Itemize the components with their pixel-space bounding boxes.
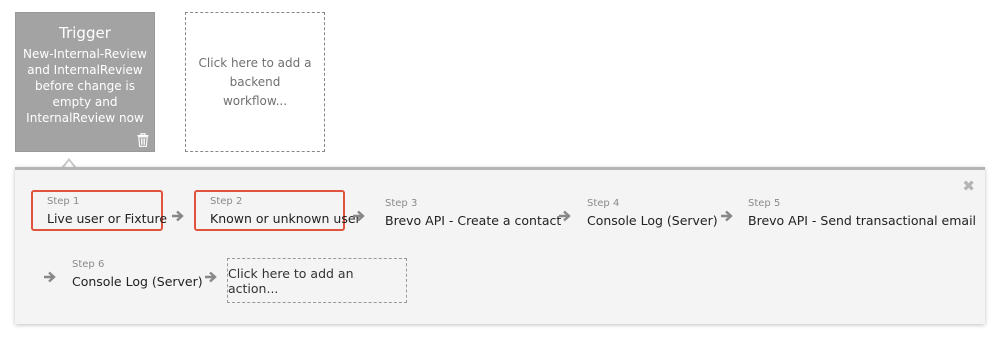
step-3[interactable]: Step 3 Brevo API - Create a contact bbox=[370, 192, 562, 233]
trigger-title: Trigger bbox=[59, 24, 111, 42]
step-number: Step 4 bbox=[587, 198, 620, 209]
step-number: Step 1 bbox=[47, 196, 80, 207]
step-6[interactable]: Step 6 Console Log (Server) bbox=[57, 253, 203, 294]
arrow-right-icon bbox=[205, 271, 217, 283]
step-4[interactable]: Step 4 Console Log (Server) bbox=[572, 192, 718, 233]
step-name: Brevo API - Create a contact bbox=[385, 213, 562, 228]
step-5[interactable]: Step 5 Brevo API - Send transactional em… bbox=[733, 192, 977, 233]
arrow-right-icon bbox=[559, 210, 571, 222]
trigger-card[interactable]: Trigger New-Internal-Review and Internal… bbox=[15, 12, 155, 152]
arrow-right-icon bbox=[353, 210, 365, 222]
step-name: Known or unknown user bbox=[210, 211, 361, 226]
step-2[interactable]: Step 2 Known or unknown user bbox=[194, 190, 361, 231]
step-number: Step 6 bbox=[72, 259, 105, 270]
arrow-right-icon bbox=[172, 210, 184, 222]
close-icon[interactable]: ✖ bbox=[962, 179, 975, 194]
step-1[interactable]: Step 1 Live user or Fixture bbox=[31, 190, 168, 231]
arrow-right-icon bbox=[44, 271, 56, 283]
step-number: Step 5 bbox=[748, 198, 781, 209]
trigger-description: New-Internal-Review and InternalReview b… bbox=[23, 47, 147, 125]
add-backend-workflow-button[interactable]: Click here to add a backend workflow... bbox=[185, 12, 325, 152]
step-name: Live user or Fixture bbox=[47, 211, 168, 226]
step-number: Step 2 bbox=[210, 196, 243, 207]
step-name: Console Log (Server) bbox=[587, 213, 718, 228]
step-number: Step 3 bbox=[385, 198, 418, 209]
add-action-button[interactable]: Click here to add an action... bbox=[227, 258, 407, 303]
add-action-label: Click here to add an action... bbox=[228, 265, 354, 296]
workflow-steps-panel: ✖ Step 1 Live user or Fixture Step 2 Kno… bbox=[15, 167, 985, 324]
add-backend-workflow-label: Click here to add a backend workflow... bbox=[198, 55, 312, 108]
step-name: Console Log (Server) bbox=[72, 274, 203, 289]
step-name: Brevo API - Send transactional email bbox=[748, 213, 977, 228]
trash-icon[interactable] bbox=[137, 133, 149, 147]
